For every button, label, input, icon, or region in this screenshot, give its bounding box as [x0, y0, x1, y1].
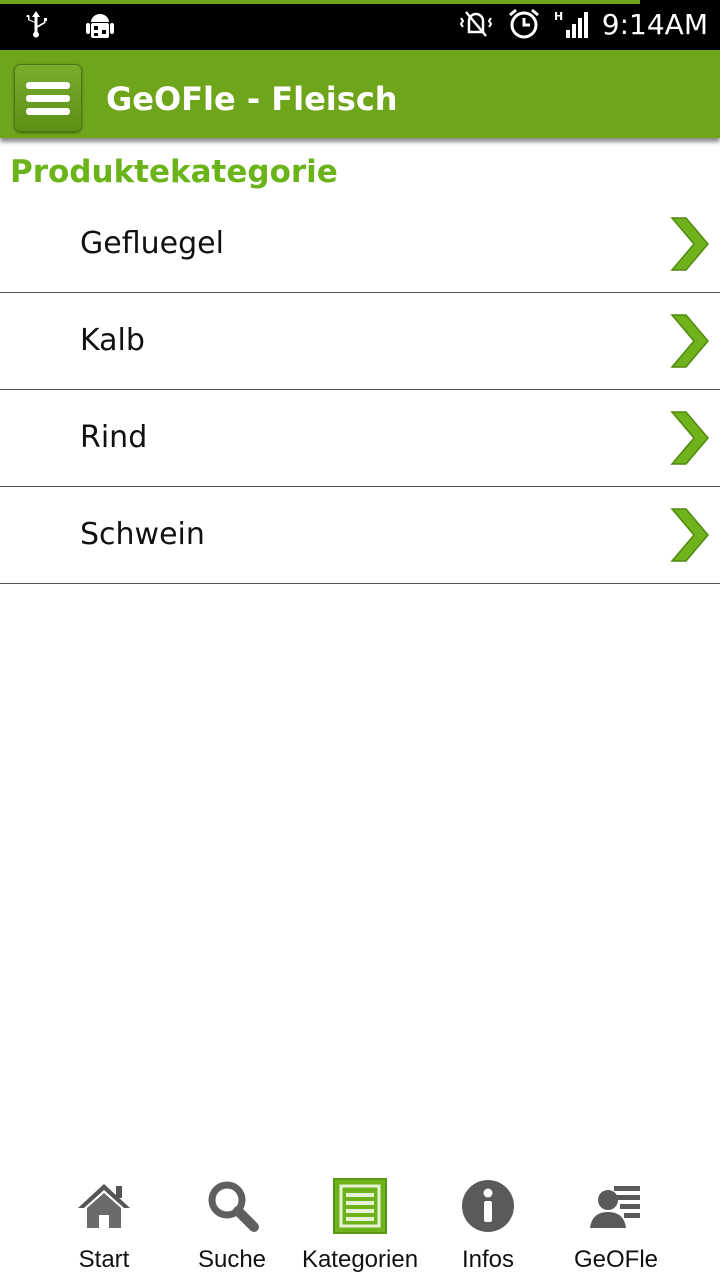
usb-icon — [26, 11, 47, 38]
nav-kategorien[interactable]: Kategorien — [296, 1170, 424, 1280]
nav-infos[interactable]: Infos — [424, 1170, 552, 1280]
contact-icon — [590, 1186, 640, 1228]
home-icon — [78, 1184, 130, 1228]
section-header: Produktekategorie — [10, 154, 338, 190]
menu-bar-line — [26, 108, 70, 115]
menu-bar-line — [26, 82, 70, 89]
svg-text:H: H — [554, 10, 563, 23]
nav-suche[interactable]: Suche — [168, 1170, 296, 1280]
list-item-kalb[interactable]: Kalb — [0, 293, 720, 390]
status-right-icons: H 9:14AM — [458, 6, 708, 42]
nav-label: Start — [78, 1246, 130, 1273]
nav-label: GeOFle — [573, 1246, 659, 1273]
nav-start[interactable]: Start — [40, 1170, 168, 1280]
list-item-rind[interactable]: Rind — [0, 390, 720, 487]
app-title: GeOFle - Fleisch — [106, 80, 398, 118]
menu-bar-line — [26, 95, 70, 102]
nav-label: Infos — [461, 1246, 515, 1273]
status-time: 9:14AM — [601, 7, 708, 41]
status-left-icons — [18, 8, 118, 44]
search-icon — [208, 1181, 259, 1232]
vibrate-mute-icon — [459, 11, 492, 37]
alarm-icon — [508, 8, 539, 39]
list-item-label: Kalb — [80, 323, 145, 358]
bottom-nav: Start Suche Kategorien Infos GeOFle — [0, 1170, 720, 1280]
list-item-gefluegel[interactable]: Gefluegel — [0, 196, 720, 293]
list-item-label: Rind — [80, 420, 148, 455]
status-bar: H 9:14AM — [0, 0, 720, 50]
chevron-right-icon — [670, 411, 709, 465]
android-debug-icon — [86, 14, 114, 38]
nav-label: Kategorien — [301, 1246, 419, 1273]
action-bar: GeOFle - Fleisch — [0, 50, 720, 138]
signal-icon: H — [554, 10, 588, 38]
hamburger-menu-icon[interactable] — [14, 64, 82, 132]
chevron-right-icon — [670, 217, 709, 271]
chevron-right-icon — [670, 508, 709, 562]
list-item-schwein[interactable]: Schwein — [0, 487, 720, 584]
nav-label: Suche — [197, 1246, 267, 1273]
nav-geofle[interactable]: GeOFle — [552, 1170, 680, 1280]
info-icon — [462, 1180, 514, 1232]
status-progress-line — [0, 0, 640, 4]
chevron-right-icon — [670, 314, 709, 368]
category-list: Gefluegel Kalb Rind Schwein — [0, 196, 720, 584]
list-icon — [333, 1178, 387, 1234]
list-item-label: Schwein — [80, 517, 205, 552]
list-item-label: Gefluegel — [80, 226, 224, 261]
